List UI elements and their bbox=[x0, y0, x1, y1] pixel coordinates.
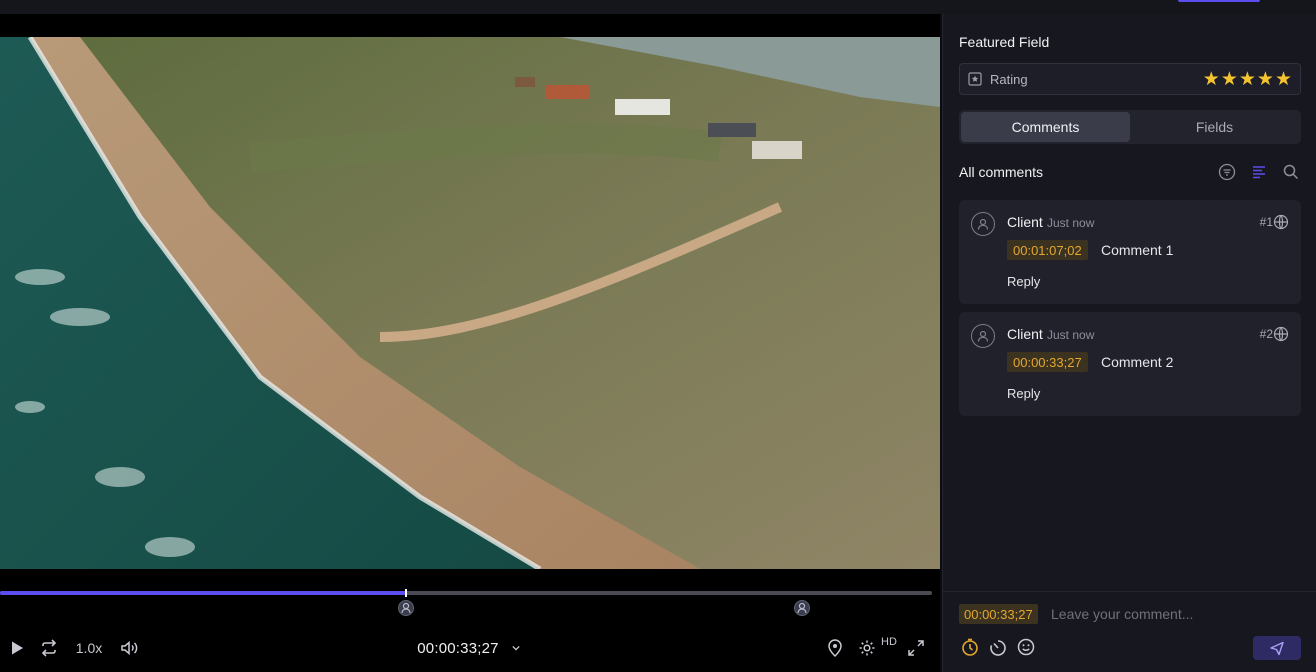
comment-number: #2 bbox=[1259, 327, 1273, 341]
comment-text: Comment 1 bbox=[1101, 242, 1174, 258]
gear-icon bbox=[859, 640, 875, 656]
timeline-progress bbox=[0, 591, 407, 595]
comment-marker-2[interactable] bbox=[793, 600, 810, 616]
star-box-icon bbox=[968, 72, 982, 86]
star-icon[interactable]: ★ bbox=[1221, 70, 1238, 89]
quality-badge[interactable]: HD bbox=[878, 628, 900, 656]
video-frame[interactable] bbox=[0, 37, 940, 569]
rating-stars[interactable]: ★ ★ ★ ★ ★ bbox=[1203, 70, 1292, 89]
fullscreen-button[interactable] bbox=[905, 634, 927, 662]
star-icon[interactable]: ★ bbox=[1239, 70, 1256, 89]
fullscreen-icon bbox=[908, 640, 924, 656]
comment-marker-1[interactable] bbox=[398, 600, 415, 616]
loop-icon bbox=[41, 639, 57, 657]
comment-composer: 00:00:33;27 bbox=[943, 591, 1316, 672]
volume-icon bbox=[121, 640, 138, 656]
rating-label: Rating bbox=[990, 71, 1028, 87]
location-pin-icon bbox=[828, 639, 842, 658]
volume-button[interactable] bbox=[118, 634, 140, 662]
comment-author: Client bbox=[1007, 326, 1043, 342]
sort-icon bbox=[1253, 166, 1265, 179]
sort-button[interactable] bbox=[1249, 162, 1269, 182]
timecode-dropdown[interactable] bbox=[508, 634, 524, 662]
play-button[interactable] bbox=[6, 634, 28, 662]
current-timecode[interactable]: 00:00:33;27 bbox=[410, 634, 506, 662]
avatar bbox=[971, 324, 995, 348]
comment-time: Just now bbox=[1047, 216, 1095, 230]
comment-timecode[interactable]: 00:00:33;27 bbox=[1007, 352, 1088, 372]
comments-panel: Featured Field Rating ★ ★ ★ ★ ★ Comments Fie… bbox=[942, 14, 1316, 672]
range-button[interactable] bbox=[987, 636, 1009, 658]
play-icon bbox=[12, 641, 23, 655]
avatar bbox=[971, 212, 995, 236]
loop-button[interactable] bbox=[38, 634, 60, 662]
timeline-playhead[interactable] bbox=[405, 589, 408, 597]
user-icon bbox=[977, 330, 989, 342]
playback-speed[interactable]: 1.0x bbox=[72, 634, 106, 662]
emoji-button[interactable] bbox=[1015, 636, 1037, 658]
comment-card[interactable]: Client Just now #1 00:01:07;02 Comment 1… bbox=[959, 200, 1301, 304]
video-player: 1.0x 00:00:33;27 HD bbox=[0, 14, 940, 672]
globe-icon[interactable] bbox=[1273, 214, 1289, 230]
tab-fields[interactable]: Fields bbox=[1130, 112, 1299, 142]
location-marker-button[interactable] bbox=[824, 634, 846, 662]
player-controls: 1.0x 00:00:33;27 HD bbox=[0, 634, 940, 662]
send-button[interactable] bbox=[1253, 636, 1301, 660]
comments-title: All comments bbox=[959, 164, 1044, 180]
comment-timecode[interactable]: 00:01:07;02 bbox=[1007, 240, 1088, 260]
reply-button[interactable]: Reply bbox=[1007, 274, 1040, 289]
user-icon bbox=[977, 218, 989, 230]
filter-icon bbox=[1218, 163, 1236, 181]
star-icon[interactable]: ★ bbox=[1257, 70, 1274, 89]
timestamp-toggle-button[interactable] bbox=[959, 636, 981, 658]
comment-input[interactable] bbox=[1051, 602, 1301, 626]
top-bar bbox=[0, 0, 1316, 14]
user-icon bbox=[796, 602, 807, 614]
star-icon[interactable]: ★ bbox=[1275, 70, 1292, 89]
send-icon bbox=[1270, 641, 1284, 656]
comment-author: Client bbox=[1007, 214, 1043, 230]
clock-icon bbox=[962, 638, 978, 656]
user-icon bbox=[401, 602, 411, 614]
composer-timecode[interactable]: 00:00:33;27 bbox=[959, 604, 1038, 624]
timer-range-icon bbox=[990, 640, 1006, 656]
search-button[interactable] bbox=[1281, 162, 1301, 182]
comment-time: Just now bbox=[1047, 328, 1095, 342]
reply-button[interactable]: Reply bbox=[1007, 386, 1040, 401]
tab-comments[interactable]: Comments bbox=[961, 112, 1130, 142]
timeline-scrubber[interactable] bbox=[0, 589, 932, 597]
filter-button[interactable] bbox=[1217, 162, 1237, 182]
comment-card[interactable]: Client Just now #2 00:00:33;27 Comment 2… bbox=[959, 312, 1301, 416]
settings-button[interactable] bbox=[856, 634, 878, 662]
top-bar-active-indicator bbox=[1178, 0, 1260, 2]
comment-number: #1 bbox=[1259, 215, 1273, 229]
chevron-down-icon bbox=[512, 645, 520, 651]
comment-text: Comment 2 bbox=[1101, 354, 1174, 370]
star-icon[interactable]: ★ bbox=[1203, 70, 1220, 89]
comments-header: All comments bbox=[959, 162, 1301, 182]
panel-tabs: Comments Fields bbox=[959, 110, 1301, 144]
search-icon bbox=[1283, 164, 1299, 180]
smiley-icon bbox=[1017, 638, 1035, 656]
rating-field: Rating ★ ★ ★ ★ ★ bbox=[959, 63, 1301, 95]
globe-icon[interactable] bbox=[1273, 326, 1289, 342]
featured-field-title: Featured Field bbox=[959, 34, 1050, 50]
